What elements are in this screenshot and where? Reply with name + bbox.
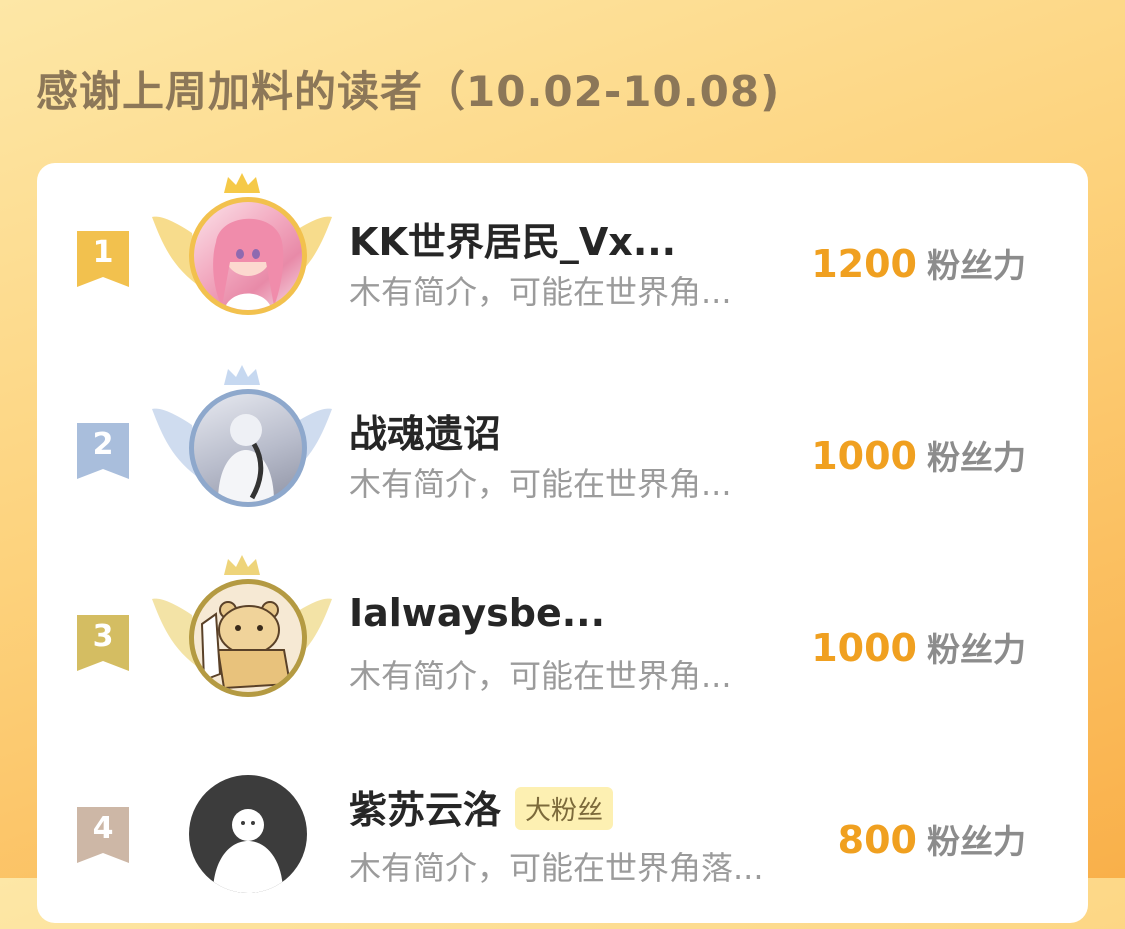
- avatar-image: [189, 775, 307, 893]
- crown-icon: [224, 555, 260, 575]
- rank-ribbon-icon: 2: [77, 423, 129, 479]
- crown-icon: [224, 173, 260, 193]
- avatar-frame[interactable]: [152, 365, 332, 525]
- fan-power-score: 1000 粉丝力: [811, 431, 1026, 479]
- score-unit: 粉丝力: [927, 630, 1026, 669]
- rank-ribbon-icon: 3: [77, 615, 129, 671]
- reader-name[interactable]: 战魂遗诏: [349, 403, 501, 458]
- avatar-frame[interactable]: [152, 749, 332, 909]
- fan-power-score: 800 粉丝力: [838, 815, 1026, 863]
- reader-row[interactable]: 2 战魂遗诏 木有简介，可能在世界角... 1000 粉丝力: [37, 355, 1088, 545]
- avatar-image: [189, 579, 307, 697]
- reader-name[interactable]: 紫苏云洛 大粉丝: [349, 779, 614, 834]
- reader-description: 木有简介，可能在世界角落...: [349, 849, 764, 887]
- score-value: 1000: [811, 434, 917, 478]
- score-value: 1200: [811, 242, 917, 286]
- score-unit: 粉丝力: [927, 438, 1026, 477]
- ranking-card: 1 KK世界居民_Vx... 木有简介，可能在世界角... 1200 粉丝力 2…: [37, 163, 1088, 923]
- avatar-image: [189, 389, 307, 507]
- reader-name[interactable]: Ialwaysbe...: [349, 591, 605, 635]
- score-value: 1000: [811, 626, 917, 670]
- fan-power-score: 1000 粉丝力: [811, 623, 1026, 671]
- reader-row[interactable]: 3 Ialwaysbe... 木有简介，可能在世界角... 1000 粉丝力: [37, 547, 1088, 737]
- reader-row[interactable]: 4 紫苏云洛 大粉丝 木有简介，可能在世界角落... 800 粉丝力: [37, 739, 1088, 929]
- avatar-image: [189, 197, 307, 315]
- crown-icon: [224, 365, 260, 385]
- rank-ribbon-icon: 1: [77, 231, 129, 287]
- rank-ribbon-icon: 4: [77, 807, 129, 863]
- rank-number: 3: [92, 619, 114, 654]
- score-unit: 粉丝力: [927, 246, 1026, 285]
- big-fan-badge: 大粉丝: [515, 787, 614, 830]
- reader-name-text: 紫苏云洛: [349, 788, 502, 832]
- score-value: 800: [837, 818, 917, 862]
- reader-description: 木有简介，可能在世界角...: [349, 273, 732, 311]
- rank-number: 2: [92, 427, 114, 462]
- avatar-frame[interactable]: [152, 555, 332, 715]
- reader-row[interactable]: 1 KK世界居民_Vx... 木有简介，可能在世界角... 1200 粉丝力: [37, 163, 1088, 353]
- rank-number: 4: [92, 811, 114, 846]
- rank-number: 1: [92, 235, 114, 270]
- avatar-frame[interactable]: [152, 173, 332, 333]
- fan-power-score: 1200 粉丝力: [811, 239, 1026, 287]
- reader-description: 木有简介，可能在世界角...: [349, 657, 732, 695]
- page-title: 感谢上周加料的读者（10.02-10.08): [36, 67, 781, 116]
- reader-name[interactable]: KK世界居民_Vx...: [349, 211, 676, 266]
- score-unit: 粉丝力: [927, 822, 1026, 861]
- reader-description: 木有简介，可能在世界角...: [349, 465, 732, 503]
